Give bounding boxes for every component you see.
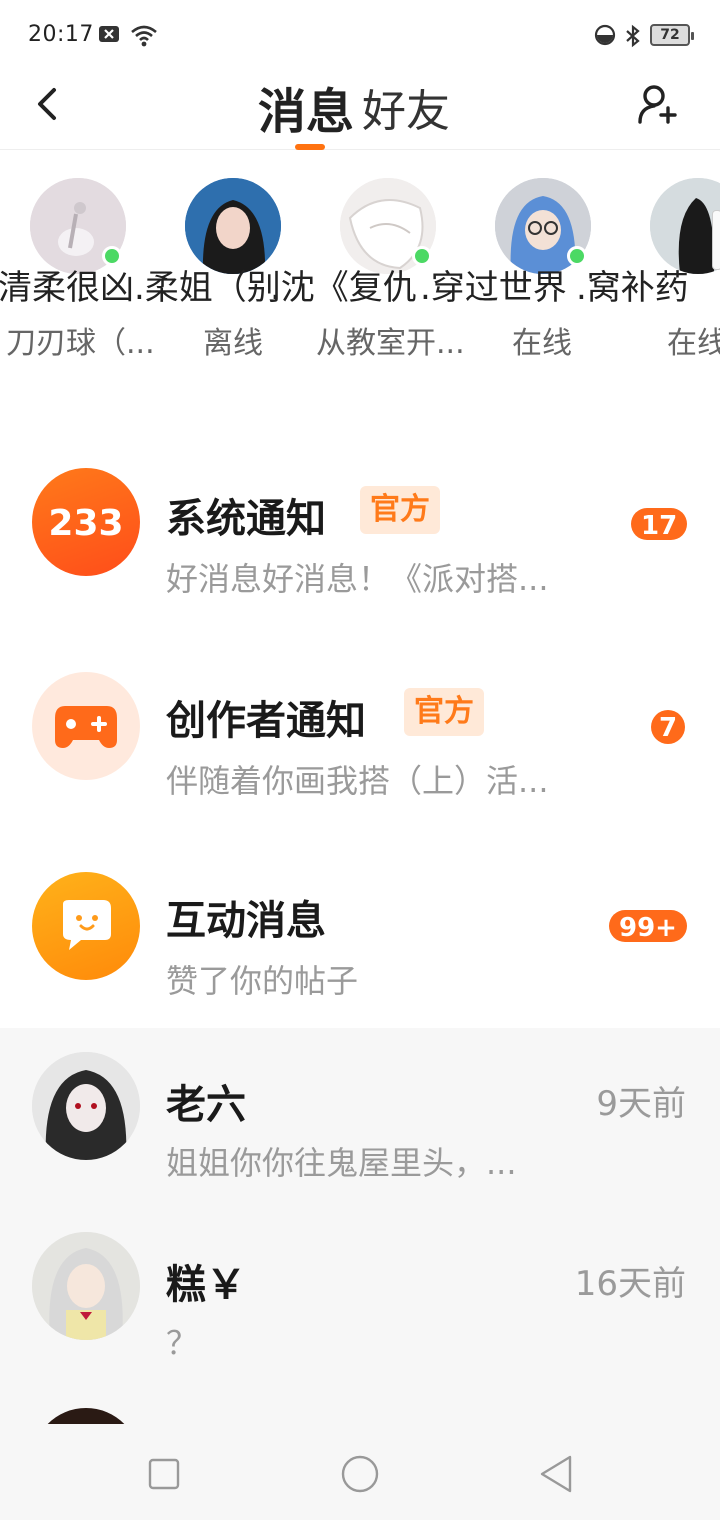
list-item-creator-notice[interactable]: 创作者通知 官方 伴随着你画我搭（上）活... 7 xyxy=(0,632,720,832)
bluetooth-icon xyxy=(624,24,642,52)
back-nav-button[interactable] xyxy=(534,1452,578,1496)
avatar xyxy=(32,1052,140,1160)
add-user-icon xyxy=(638,85,677,124)
status-time: 20:17 xyxy=(28,22,94,47)
unread-count-badge: 99+ xyxy=(609,910,687,942)
list-item-system-notice[interactable]: 233 系统通知 官方 好消息好消息！《派对搭... 17 xyxy=(0,430,720,630)
battery-icon: 72 xyxy=(650,24,694,46)
chat-time: 16天前 xyxy=(574,1264,686,1304)
chevron-left-icon xyxy=(38,88,56,120)
tab-messages[interactable]: 消息 xyxy=(258,72,354,142)
unread-count-badge: 17 xyxy=(631,508,688,540)
triangle-back-icon xyxy=(540,1455,572,1493)
home-button[interactable] xyxy=(338,1452,382,1496)
svg-text:233: 233 xyxy=(48,503,123,542)
233-logo-icon: 233 xyxy=(32,468,140,576)
friend-status: 离线 xyxy=(203,326,263,361)
friend-name: .窝补药 xyxy=(576,268,689,308)
list-item-interaction-notice[interactable]: 互动消息 赞了你的帖子 99+ xyxy=(0,832,720,1032)
chat-name: 糕￥ xyxy=(166,1262,246,1308)
chat-row[interactable]: 糕￥ 16天前 ？ xyxy=(0,1208,720,1388)
friend-status: 在线 xyxy=(667,326,720,361)
add-friend-button[interactable] xyxy=(630,76,686,132)
friend-name: 清柔很凶.柔姐（别 xyxy=(0,268,281,308)
official-badge: 官方 xyxy=(404,688,484,736)
notice-title: 系统通知 xyxy=(166,496,326,542)
notice-preview: 赞了你的帖子 xyxy=(166,962,359,1000)
chat-preview: 姐姐你你往鬼屋里头，... xyxy=(166,1144,517,1182)
chat-preview: ？ xyxy=(166,1324,199,1362)
chat-list[interactable]: 老六 9天前 姐姐你你往鬼屋里头，... 糕￥ 16天前 ？ xyxy=(0,1028,720,1424)
back-button[interactable] xyxy=(24,80,72,128)
online-friends-strip[interactable]: 清柔很凶.柔姐（别 .沈《复仇 .穿过世界 .窝补药 刀刃球（... 离线 从教… xyxy=(0,150,720,420)
square-icon xyxy=(148,1458,180,1490)
avatar xyxy=(32,1232,140,1340)
notice-title: 创作者通知 xyxy=(166,698,366,744)
notice-title: 互动消息 xyxy=(166,898,326,944)
wifi-icon xyxy=(130,24,158,52)
notice-preview: 伴随着你画我搭（上）活... xyxy=(166,762,549,800)
friend-status: 从教室开... xyxy=(316,326,465,361)
chat-time: 9天前 xyxy=(596,1084,686,1124)
notice-preview: 好消息好消息！《派对搭... xyxy=(166,560,549,598)
friend-status: 在线 xyxy=(512,326,572,361)
chat-bubble-icon xyxy=(32,872,140,980)
friend-status: 刀刃球（... xyxy=(6,326,155,361)
close-box-icon xyxy=(98,24,120,48)
system-nav-bar xyxy=(0,1424,720,1520)
tab-friends[interactable]: 好友 xyxy=(362,72,450,142)
friend-name: .穿过世界 xyxy=(420,268,567,308)
unread-count-badge: 7 xyxy=(651,710,685,744)
gamepad-icon xyxy=(32,672,140,780)
dnd-icon xyxy=(594,24,616,50)
recent-apps-button[interactable] xyxy=(142,1452,186,1496)
chat-row[interactable]: 老六 9天前 姐姐你你往鬼屋里头，... xyxy=(0,1028,720,1208)
chat-name: 老六 xyxy=(166,1082,246,1128)
header: 消息 好友 xyxy=(0,72,720,150)
scrollbar[interactable] xyxy=(712,210,720,270)
circle-icon xyxy=(341,1455,379,1493)
avatar xyxy=(32,1408,140,1424)
official-badge: 官方 xyxy=(360,486,440,534)
friend-name: .沈《复仇 xyxy=(270,268,417,308)
status-bar: 20:17 72 xyxy=(0,0,720,72)
